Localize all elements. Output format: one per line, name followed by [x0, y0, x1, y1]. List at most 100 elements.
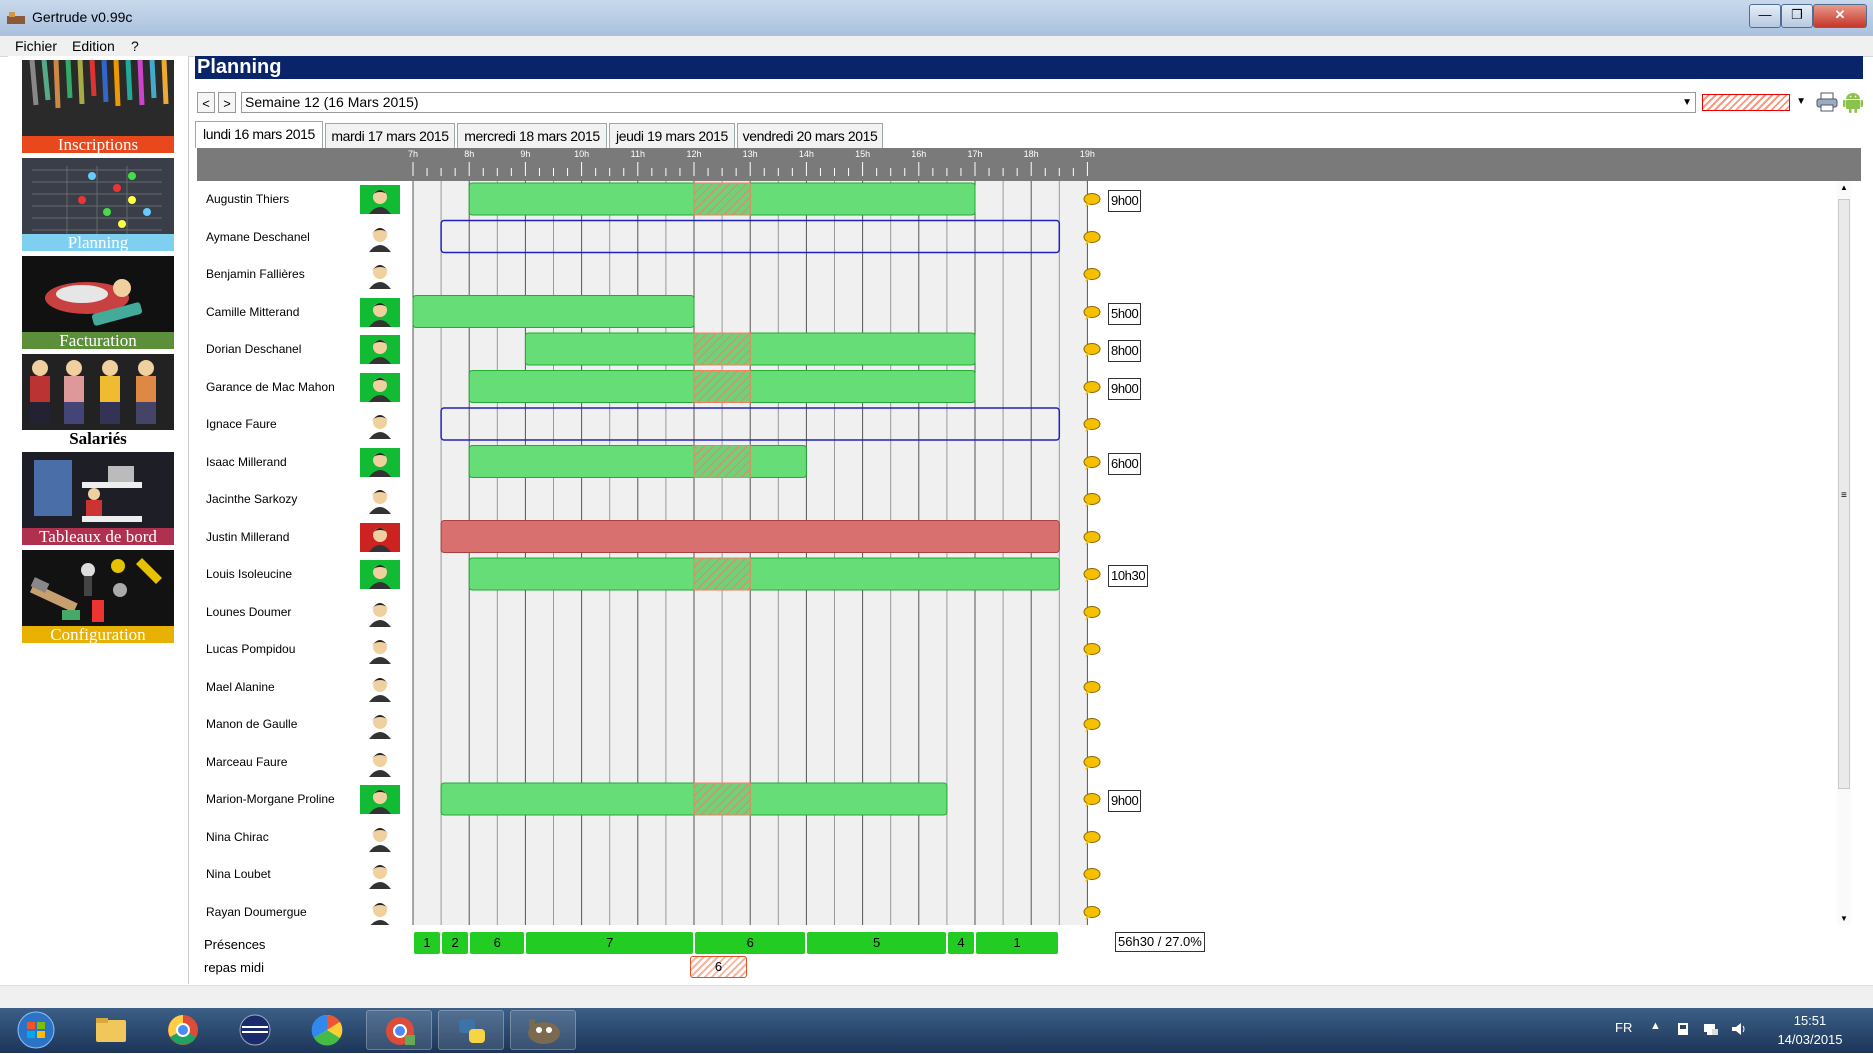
- absence-bar[interactable]: [440, 520, 1060, 553]
- child-avatar-icon[interactable]: [360, 485, 400, 514]
- taskbar-chrome-app[interactable]: [366, 1010, 432, 1050]
- child-name[interactable]: Nina Chirac: [206, 830, 269, 844]
- lunch-hatch[interactable]: [693, 557, 751, 591]
- child-avatar-icon[interactable]: [360, 897, 400, 927]
- child-name[interactable]: Louis Isoleucine: [206, 567, 292, 581]
- child-avatar-icon[interactable]: [360, 672, 400, 702]
- comment-bubble-icon[interactable]: [1083, 680, 1101, 695]
- child-avatar-icon[interactable]: [360, 522, 400, 552]
- clock-time[interactable]: 15:51: [1780, 1013, 1840, 1028]
- volume-icon[interactable]: [1731, 1021, 1747, 1037]
- comment-bubble-icon[interactable]: [1083, 493, 1101, 507]
- presence-bar[interactable]: [412, 295, 695, 328]
- clock-date[interactable]: 14/03/2015: [1768, 1032, 1852, 1047]
- child-name[interactable]: Jacinthe Sarkozy: [206, 492, 297, 506]
- scroll-thumb[interactable]: ≡: [1838, 199, 1850, 789]
- week-select[interactable]: Semaine 12 (16 Mars 2015) ▼: [241, 92, 1696, 113]
- maximize-button[interactable]: ❐: [1781, 4, 1813, 28]
- previous-week-button[interactable]: <: [197, 92, 215, 113]
- child-name[interactable]: Justin Millerand: [206, 530, 289, 544]
- comment-bubble-icon[interactable]: [1083, 605, 1101, 620]
- lunch-hatch[interactable]: [693, 182, 751, 216]
- scroll-up-icon[interactable]: ▲: [1837, 183, 1851, 192]
- tab-day-wednesday[interactable]: mercredi 18 mars 2015: [457, 123, 607, 148]
- comment-bubble-icon[interactable]: [1083, 755, 1101, 770]
- module-facturation[interactable]: Facturation: [22, 256, 174, 349]
- menu-fichier[interactable]: Fichier: [15, 38, 57, 54]
- child-avatar-icon[interactable]: [360, 860, 400, 889]
- taskbar-explorer[interactable]: [78, 1010, 144, 1050]
- comment-bubble-icon[interactable]: [1083, 305, 1101, 320]
- child-name[interactable]: Aymane Deschanel: [206, 230, 310, 244]
- network-icon[interactable]: [1703, 1021, 1719, 1037]
- child-name[interactable]: Ignace Faure: [206, 417, 277, 431]
- lunch-hatch[interactable]: [693, 370, 751, 403]
- comment-bubble-icon[interactable]: [1083, 230, 1101, 245]
- comment-bubble-icon[interactable]: [1083, 830, 1101, 845]
- vertical-scrollbar[interactable]: ▲ ≡ ▼: [1837, 181, 1851, 925]
- child-avatar-icon[interactable]: [360, 185, 400, 214]
- child-name[interactable]: Mael Alanine: [206, 680, 275, 694]
- close-button[interactable]: ✕: [1813, 4, 1867, 28]
- start-button[interactable]: [6, 1010, 66, 1050]
- child-name[interactable]: Rayan Doumergue: [206, 905, 307, 919]
- comment-bubble-icon[interactable]: [1083, 530, 1101, 545]
- comment-bubble-icon[interactable]: [1083, 868, 1101, 882]
- lunch-hatch[interactable]: [693, 445, 751, 478]
- comment-bubble-icon[interactable]: [1083, 193, 1101, 207]
- child-name[interactable]: Lounes Doumer: [206, 605, 291, 619]
- comment-bubble-icon[interactable]: [1083, 905, 1101, 920]
- android-icon[interactable]: [1843, 91, 1863, 113]
- child-avatar-icon[interactable]: [360, 635, 400, 664]
- child-name[interactable]: Lucas Pompidou: [206, 642, 295, 656]
- taskbar-chrome[interactable]: [150, 1010, 216, 1050]
- activity-pattern-select[interactable]: ▼: [1700, 92, 1808, 113]
- comment-bubble-icon[interactable]: [1083, 643, 1101, 657]
- child-avatar-icon[interactable]: [360, 822, 400, 852]
- child-avatar-icon[interactable]: [360, 260, 400, 289]
- menu-edition[interactable]: Edition: [72, 38, 115, 54]
- child-avatar-icon[interactable]: [360, 410, 400, 439]
- comment-bubble-icon[interactable]: [1083, 343, 1101, 357]
- child-avatar-icon[interactable]: [360, 560, 400, 589]
- module-tableaux-de-bord[interactable]: Tableaux de bord: [22, 452, 174, 545]
- child-name[interactable]: Isaac Millerand: [206, 455, 287, 469]
- child-avatar-icon[interactable]: [360, 335, 400, 364]
- child-avatar-icon[interactable]: [360, 710, 400, 739]
- comment-bubble-icon[interactable]: [1083, 793, 1101, 807]
- menu-help[interactable]: ?: [131, 38, 139, 54]
- scroll-down-icon[interactable]: ▼: [1837, 914, 1851, 923]
- tab-day-tuesday[interactable]: mardi 17 mars 2015: [325, 123, 455, 148]
- module-inscriptions[interactable]: Inscriptions: [22, 60, 174, 153]
- child-name[interactable]: Garance de Mac Mahon: [206, 380, 335, 394]
- child-avatar-icon[interactable]: [360, 222, 400, 252]
- child-name[interactable]: Camille Mitterand: [206, 305, 299, 319]
- tab-day-monday[interactable]: lundi 16 mars 2015: [195, 121, 323, 148]
- comment-bubble-icon[interactable]: [1083, 380, 1101, 395]
- module-configuration[interactable]: Configuration: [22, 550, 174, 643]
- child-name[interactable]: Benjamin Fallières: [206, 267, 305, 281]
- child-avatar-icon[interactable]: [360, 785, 400, 814]
- child-avatar-icon[interactable]: [360, 297, 400, 327]
- child-avatar-icon[interactable]: [360, 447, 400, 477]
- taskbar-picasa[interactable]: [294, 1010, 360, 1050]
- minimize-button[interactable]: —: [1749, 4, 1781, 28]
- child-name[interactable]: Marion-Morgane Proline: [206, 792, 335, 806]
- device-icon[interactable]: [1675, 1021, 1691, 1037]
- printer-icon[interactable]: [1816, 92, 1838, 112]
- keyboard-language[interactable]: FR: [1615, 1020, 1632, 1035]
- child-name[interactable]: Augustin Thiers: [206, 192, 289, 206]
- taskbar-gimp[interactable]: [510, 1010, 576, 1050]
- module-salaries[interactable]: Salariés: [22, 354, 174, 447]
- next-week-button[interactable]: >: [218, 92, 236, 113]
- comment-bubble-icon[interactable]: [1083, 718, 1101, 732]
- child-avatar-icon[interactable]: [360, 597, 400, 627]
- tab-day-friday[interactable]: vendredi 20 mars 2015: [737, 123, 883, 148]
- tab-day-thursday[interactable]: jeudi 19 mars 2015: [609, 123, 735, 148]
- child-name[interactable]: Manon de Gaulle: [206, 717, 297, 731]
- child-avatar-icon[interactable]: [360, 747, 400, 777]
- tray-expand-icon[interactable]: ▲: [1650, 1020, 1661, 1032]
- comment-bubble-icon[interactable]: [1083, 418, 1101, 432]
- module-planning[interactable]: Planning: [22, 158, 174, 251]
- lunch-hatch[interactable]: [693, 332, 751, 366]
